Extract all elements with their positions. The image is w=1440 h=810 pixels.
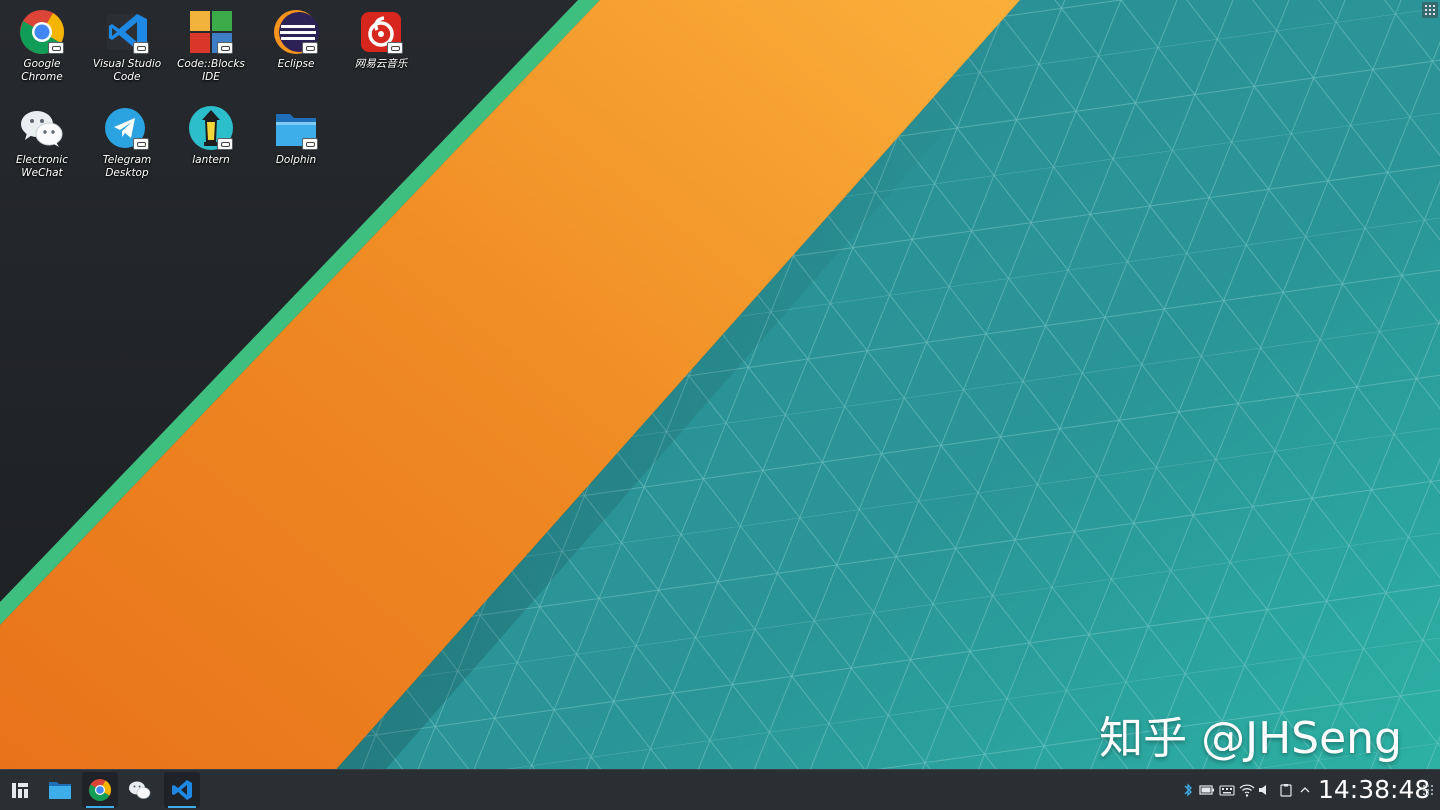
- link-badge-icon: [133, 138, 149, 150]
- volume-icon[interactable]: [1257, 782, 1273, 798]
- task-google-chrome[interactable]: [82, 772, 118, 808]
- desktop-icon-lantern[interactable]: lantern: [169, 98, 253, 167]
- keyboard-icon[interactable]: [1219, 782, 1235, 798]
- vscode-icon: [172, 780, 192, 800]
- wechat-icon: [21, 111, 63, 147]
- link-badge-icon: [302, 42, 318, 54]
- desktop-icon-label: Telegram Desktop: [102, 154, 152, 179]
- application-launcher-button[interactable]: [2, 772, 38, 808]
- expand-tray-icon[interactable]: [1297, 782, 1313, 798]
- application-launcher-icon: [12, 783, 28, 798]
- task-vscode[interactable]: [164, 772, 200, 808]
- wifi-icon[interactable]: [1239, 782, 1255, 798]
- desktop-icon-label: Code::Blocks IDE: [177, 58, 245, 83]
- link-badge-icon: [133, 42, 149, 54]
- digital-clock[interactable]: 14:38:48: [1318, 774, 1430, 806]
- desktop-icon-netease-music[interactable]: 网易云音乐: [339, 2, 423, 71]
- panel-options-icon[interactable]: [1420, 782, 1436, 798]
- desktop-icon-label: 网易云音乐: [354, 58, 408, 70]
- link-badge-icon: [302, 138, 318, 150]
- task-electronic-wechat[interactable]: [122, 772, 158, 808]
- desktop-icon-label: Visual Studio Code: [92, 58, 162, 83]
- link-badge-icon: [48, 42, 64, 54]
- desktop-icon-google-chrome[interactable]: Google Chrome: [0, 2, 84, 84]
- wechat-icon: [129, 781, 151, 799]
- dolphin-folder-icon: [49, 782, 71, 799]
- chrome-icon: [89, 779, 111, 801]
- desktop-icon-label: Eclipse: [277, 58, 315, 70]
- desktop-icon-vscode[interactable]: Visual Studio Code: [85, 2, 169, 84]
- battery-icon[interactable]: [1199, 782, 1215, 798]
- task-dolphin[interactable]: [42, 772, 78, 808]
- desktop-icon-label: Electronic WeChat: [16, 154, 68, 179]
- desktop-icon-label: lantern: [192, 154, 230, 166]
- desktop-icon-telegram[interactable]: Telegram Desktop: [85, 98, 169, 180]
- desktop-icon-label: Google Chrome: [21, 58, 63, 83]
- link-badge-icon: [217, 138, 233, 150]
- desktop-icon-eclipse[interactable]: Eclipse: [254, 2, 338, 71]
- desktop-icon-electronic-wechat[interactable]: Electronic WeChat: [0, 98, 84, 180]
- watermark-text: 知乎 @JHSeng: [1099, 713, 1402, 764]
- desktop-icon-dolphin[interactable]: Dolphin: [254, 98, 338, 167]
- link-badge-icon: [217, 42, 233, 54]
- link-badge-icon: [387, 42, 403, 54]
- taskbar: 14:38:48: [0, 769, 1440, 810]
- clipboard-icon[interactable]: [1278, 782, 1294, 798]
- bluetooth-icon[interactable]: [1180, 782, 1196, 798]
- desktop-icon-label: Dolphin: [275, 154, 317, 166]
- desktop-toolbox-button[interactable]: [1422, 2, 1438, 18]
- desktop-icon-codeblocks[interactable]: Code::Blocks IDE: [169, 2, 253, 84]
